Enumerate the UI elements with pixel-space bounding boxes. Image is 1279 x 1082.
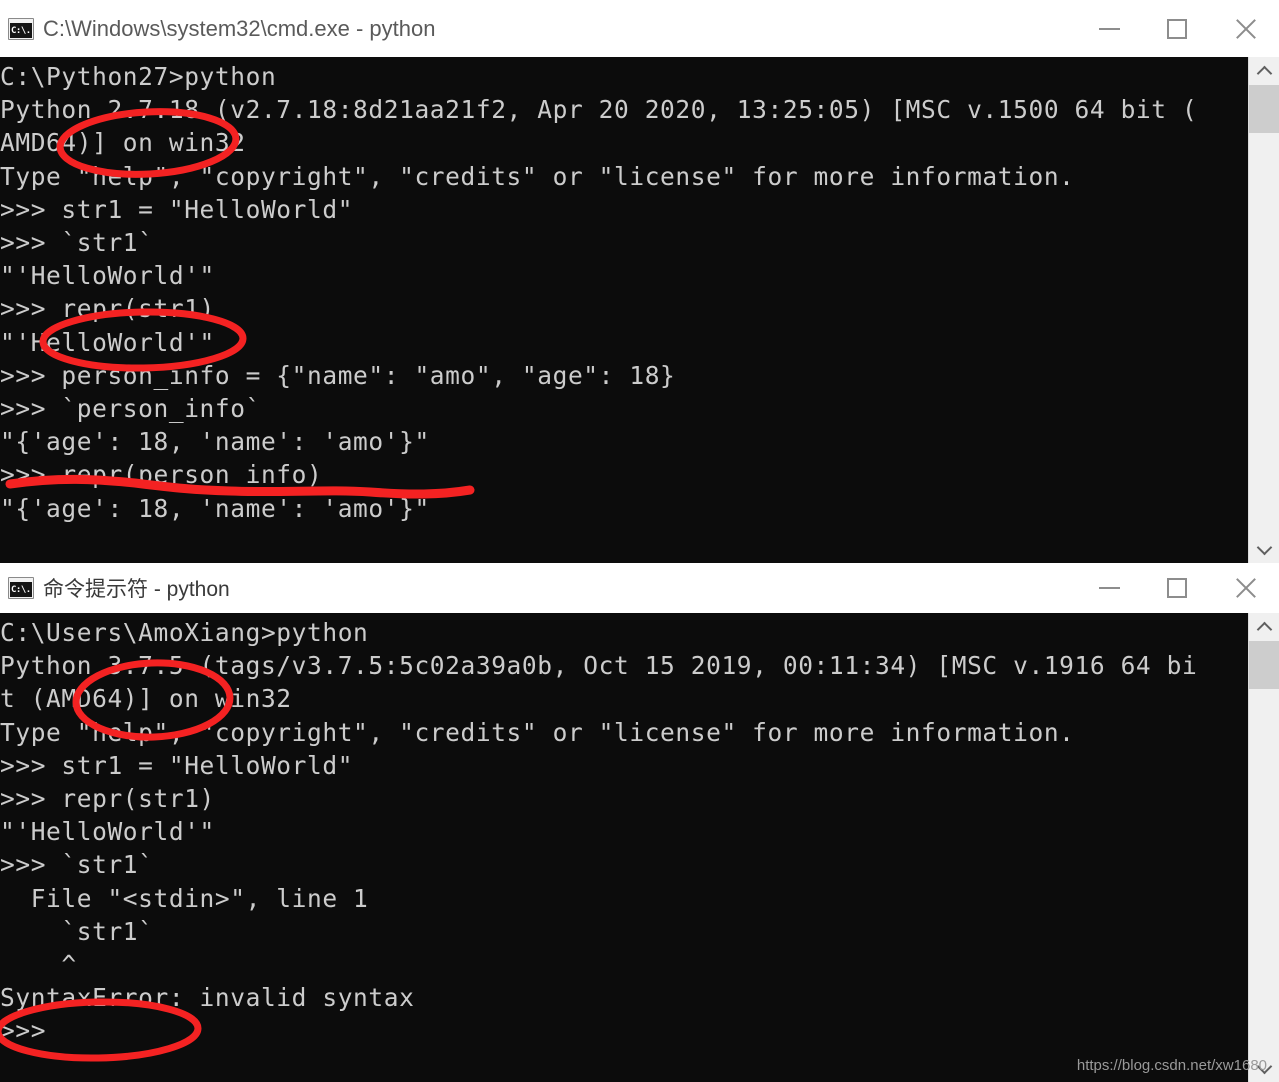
console-icon	[8, 17, 34, 40]
chevron-down-icon	[1256, 539, 1272, 555]
maximize-button[interactable]	[1143, 563, 1211, 613]
cmd-window-python375[interactable]: 命令提示符 - python C:\Users\AmoXiang>python …	[0, 563, 1279, 1082]
minimize-icon	[1098, 587, 1120, 589]
close-icon	[1232, 575, 1258, 601]
console-text: C:\Python27>python Python 2.7.18 (v2.7.1…	[0, 62, 1198, 523]
console-scrollbar[interactable]	[1248, 57, 1279, 563]
scroll-up-arrow[interactable]	[1249, 613, 1279, 641]
close-icon	[1232, 16, 1258, 42]
console-scrollbar[interactable]	[1248, 613, 1279, 1082]
scroll-up-arrow[interactable]	[1249, 57, 1279, 85]
minimize-button[interactable]	[1075, 0, 1143, 57]
scroll-thumb[interactable]	[1249, 641, 1279, 689]
scroll-track[interactable]	[1249, 689, 1279, 1054]
window-title: C:\Windows\system32\cmd.exe - python	[43, 15, 436, 41]
titlebar[interactable]: 命令提示符 - python	[0, 563, 1279, 613]
scroll-track[interactable]	[1249, 133, 1279, 535]
maximize-icon	[1167, 578, 1187, 598]
console-output-area[interactable]: C:\Users\AmoXiang>python Python 3.7.5 (t…	[0, 613, 1279, 1082]
window-controls	[1075, 0, 1279, 57]
minimize-icon	[1098, 27, 1120, 30]
close-button[interactable]	[1211, 563, 1279, 613]
titlebar[interactable]: C:\Windows\system32\cmd.exe - python	[0, 0, 1279, 57]
watermark: https://blog.csdn.net/xw1680	[1076, 1057, 1267, 1074]
close-button[interactable]	[1211, 0, 1279, 57]
maximize-button[interactable]	[1143, 0, 1211, 57]
chevron-up-icon	[1256, 621, 1272, 637]
console-text: C:\Users\AmoXiang>python Python 3.7.5 (t…	[0, 618, 1198, 1046]
maximize-icon	[1167, 18, 1187, 39]
cmd-window-python27[interactable]: C:\Windows\system32\cmd.exe - python C:\…	[0, 0, 1279, 563]
chevron-up-icon	[1256, 65, 1272, 81]
scroll-down-arrow[interactable]	[1249, 535, 1279, 563]
scroll-thumb[interactable]	[1249, 85, 1279, 133]
window-title: 命令提示符 - python	[43, 578, 230, 601]
console-output-area[interactable]: C:\Python27>python Python 2.7.18 (v2.7.1…	[0, 57, 1279, 563]
window-controls	[1075, 563, 1279, 613]
minimize-button[interactable]	[1075, 563, 1143, 613]
console-icon	[8, 577, 34, 599]
